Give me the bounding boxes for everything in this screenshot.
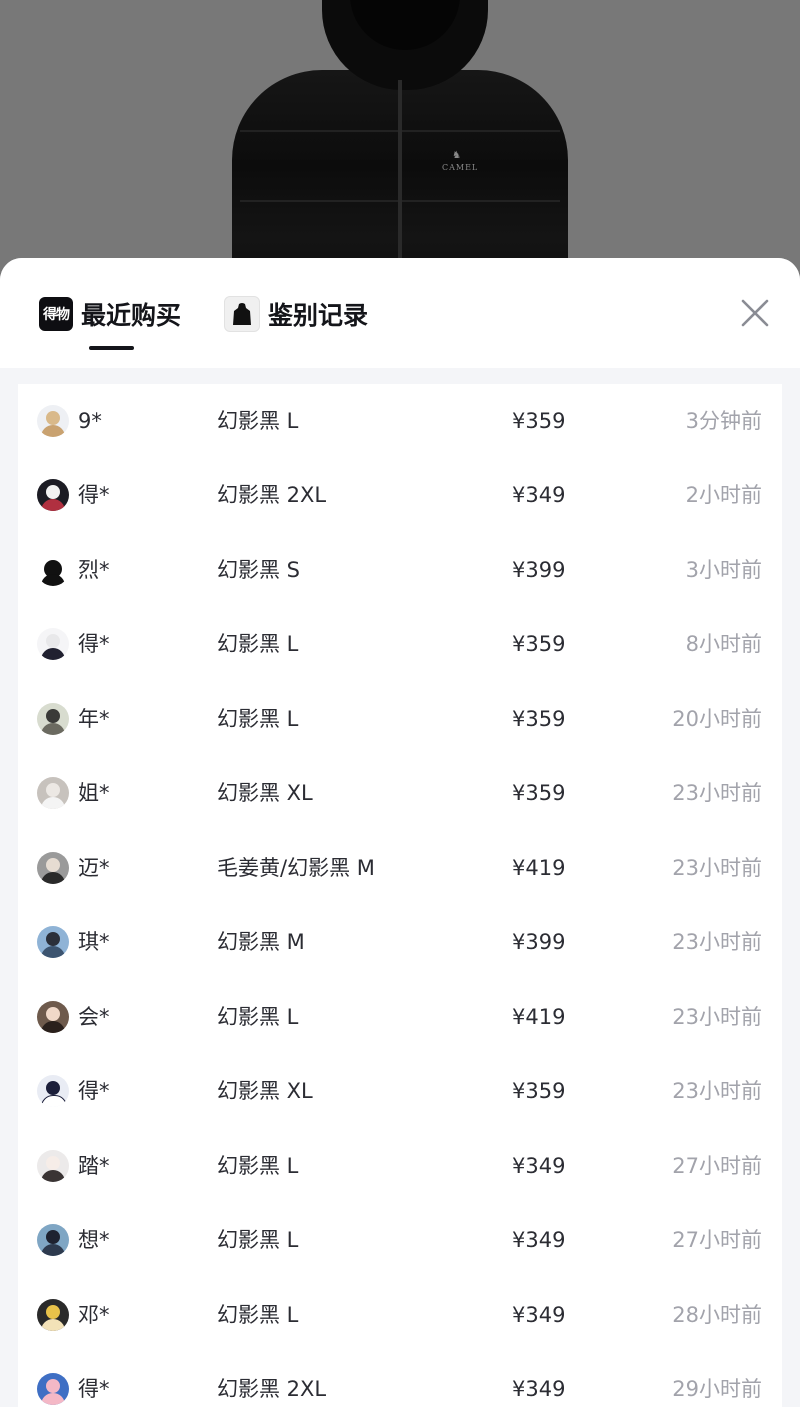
brand-logo-text: CAMEL — [442, 163, 479, 172]
purchase-time: 23小时前 — [672, 781, 762, 805]
item-price: ¥399 — [512, 930, 566, 954]
list-item: 邓* 幻影黑 L ¥349 28小时前 — [18, 1278, 782, 1352]
avatar — [37, 1373, 69, 1405]
item-price: ¥349 — [512, 483, 566, 507]
purchase-time: 3分钟前 — [685, 409, 762, 433]
avatar — [37, 926, 69, 958]
purchase-time: 8小时前 — [685, 632, 762, 656]
buyer-name: 想* — [78, 1228, 110, 1252]
purchase-time: 23小时前 — [672, 1079, 762, 1103]
item-spec: 幻影黑 L — [217, 409, 299, 433]
item-spec: 幻影黑 2XL — [217, 1377, 327, 1401]
tab-authentication-records[interactable]: 鉴别记录 — [224, 296, 368, 332]
list-item: 姐* 幻影黑 XL ¥359 23小时前 — [18, 756, 782, 830]
item-spec: 幻影黑 2XL — [217, 483, 327, 507]
buyer-name: 会* — [78, 1005, 110, 1029]
item-spec: 幻影黑 L — [217, 1005, 299, 1029]
list-item: 年* 幻影黑 L ¥359 20小时前 — [18, 682, 782, 756]
purchase-time: 3小时前 — [685, 558, 762, 582]
active-tab-indicator — [89, 346, 134, 350]
item-price: ¥349 — [512, 1377, 566, 1401]
item-spec: 幻影黑 L — [217, 632, 299, 656]
buyer-name: 姐* — [78, 781, 110, 805]
item-price: ¥359 — [512, 632, 566, 656]
list-item: 迈* 毛姜黄/幻影黑 M ¥419 23小时前 — [18, 831, 782, 905]
item-spec: 幻影黑 L — [217, 1303, 299, 1327]
buyer-name: 烈* — [78, 558, 110, 582]
purchase-time: 23小时前 — [672, 856, 762, 880]
purchase-time: 29小时前 — [672, 1377, 762, 1401]
tabs-bar: 得物 最近购买 鉴别记录 — [0, 258, 800, 368]
item-price: ¥419 — [512, 1005, 566, 1029]
list-item: 9* 幻影黑 L ¥359 3分钟前 — [18, 384, 782, 458]
purchase-time: 2小时前 — [685, 483, 762, 507]
item-price: ¥349 — [512, 1303, 566, 1327]
item-price: ¥349 — [512, 1154, 566, 1178]
list-item: 琪* 幻影黑 M ¥399 23小时前 — [18, 905, 782, 979]
item-spec: 幻影黑 XL — [217, 781, 313, 805]
list-item: 会* 幻影黑 L ¥419 23小时前 — [18, 980, 782, 1054]
purchase-time: 23小时前 — [672, 930, 762, 954]
buyer-name: 得* — [78, 1079, 110, 1103]
close-icon[interactable] — [736, 294, 774, 332]
buyer-name: 得* — [78, 1377, 110, 1401]
list-item: 想* 幻影黑 L ¥349 27小时前 — [18, 1203, 782, 1277]
avatar — [37, 777, 69, 809]
avatar — [37, 479, 69, 511]
item-price: ¥359 — [512, 1079, 566, 1103]
purchase-time: 27小时前 — [672, 1228, 762, 1252]
avatar — [37, 554, 69, 586]
item-spec: 毛姜黄/幻影黑 M — [217, 856, 375, 880]
buyer-name: 邓* — [78, 1303, 110, 1327]
list-item: 烈* 幻影黑 S ¥399 3小时前 — [18, 533, 782, 607]
list-item: 得* 幻影黑 XL ¥359 23小时前 — [18, 1054, 782, 1128]
item-price: ¥359 — [512, 707, 566, 731]
avatar — [37, 405, 69, 437]
item-price: ¥349 — [512, 1228, 566, 1252]
list-item: 踏* 幻影黑 L ¥349 27小时前 — [18, 1129, 782, 1203]
item-spec: 幻影黑 L — [217, 707, 299, 731]
purchase-time: 27小时前 — [672, 1154, 762, 1178]
avatar — [37, 1075, 69, 1107]
item-spec: 幻影黑 L — [217, 1228, 299, 1252]
purchase-time: 28小时前 — [672, 1303, 762, 1327]
list-item: 得* 幻影黑 2XL ¥349 29小时前 — [18, 1352, 782, 1407]
avatar — [37, 1299, 69, 1331]
item-price: ¥399 — [512, 558, 566, 582]
list-item: 得* 幻影黑 2XL ¥349 2小时前 — [18, 458, 782, 532]
purchase-records-list[interactable]: 9* 幻影黑 L ¥359 3分钟前 得* 幻影黑 2XL ¥349 2小时前 … — [18, 384, 782, 1407]
tab-recent-purchases[interactable]: 得物 最近购买 — [39, 296, 181, 332]
camel-logo-icon: ♞ — [452, 150, 461, 161]
buyer-name: 得* — [78, 632, 110, 656]
avatar — [37, 1001, 69, 1033]
buyer-name: 迈* — [78, 856, 110, 880]
buyer-name: 9* — [78, 409, 102, 433]
item-price: ¥359 — [512, 409, 566, 433]
avatar — [37, 628, 69, 660]
tab-label: 最近购买 — [81, 301, 182, 330]
tab-label: 鉴别记录 — [268, 301, 369, 330]
buyer-name: 琪* — [78, 930, 110, 954]
dewu-logo-icon: 得物 — [39, 297, 73, 331]
buyer-name: 年* — [78, 707, 110, 731]
buyer-name: 踏* — [78, 1154, 110, 1178]
avatar — [37, 1224, 69, 1256]
item-spec: 幻影黑 L — [217, 1154, 299, 1178]
item-price: ¥419 — [512, 856, 566, 880]
purchase-time: 23小时前 — [672, 1005, 762, 1029]
list-item: 得* 幻影黑 L ¥359 8小时前 — [18, 607, 782, 681]
avatar — [37, 1150, 69, 1182]
item-spec: 幻影黑 XL — [217, 1079, 313, 1103]
item-spec: 幻影黑 M — [217, 930, 305, 954]
purchase-time: 20小时前 — [672, 707, 762, 731]
item-price: ¥359 — [512, 781, 566, 805]
avatar — [37, 703, 69, 735]
buyer-name: 得* — [78, 483, 110, 507]
purchase-records-sheet: 得物 最近购买 鉴别记录 9* 幻影黑 L ¥359 3分钟前 得* 幻影黑 2… — [0, 258, 800, 1407]
avatar — [37, 852, 69, 884]
jacket-thumbnail-icon — [224, 296, 260, 332]
item-spec: 幻影黑 S — [217, 558, 301, 582]
product-image: ♞ CAMEL — [0, 0, 800, 300]
